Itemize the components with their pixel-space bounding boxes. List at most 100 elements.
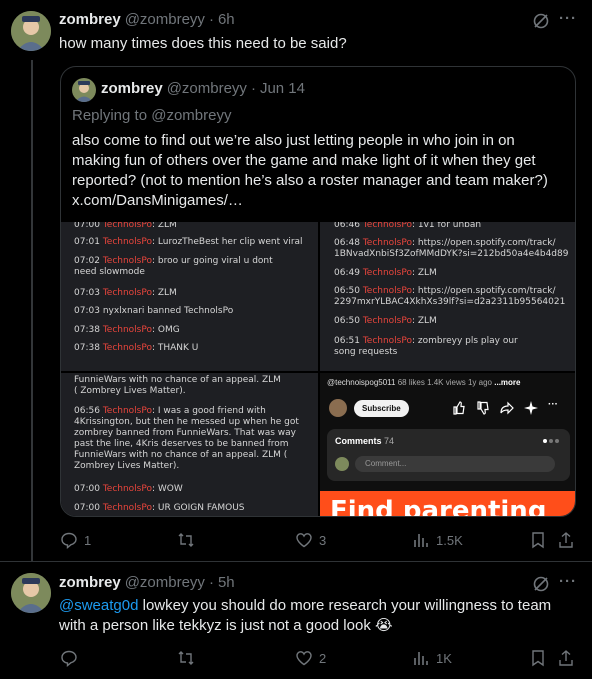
author-name[interactable]: zombrey [59,574,121,591]
chat-message: 2297mxrYLBAC4XkhXs39lf?si=d2a2311b955640… [334,297,566,307]
view-count: 1K [436,650,452,666]
bookmark-button[interactable] [529,649,547,667]
separator: · [208,11,214,28]
share-icon[interactable] [500,401,514,415]
quote-time: Jun 14 [259,80,305,97]
chat-screenshot-1[interactable]: 07:00 TechnolsPo: ZLM 07:01 TechnolsPo: L… [61,222,318,371]
repost-button[interactable] [177,649,201,667]
channel-avatar [329,399,347,417]
chat-message: 06:50 TechnolsPo: ZLM [334,316,437,326]
bookmark-button[interactable] [529,531,547,549]
quote-text: also come to find out we’re also just le… [72,132,548,209]
share-icon [559,650,573,666]
chat-message: 07:00 TechnolsPo: WOW [74,484,183,494]
reply-button[interactable]: 1 [60,531,91,549]
heart-icon [296,651,312,666]
separator: · [250,80,256,97]
chat-message: 06:51 TechnolsPo: zombreyy pls play our [334,336,518,346]
author-handle[interactable]: @zombreyy [125,574,205,591]
avatar-image [11,11,51,51]
avatar[interactable] [11,573,51,613]
view-count: 1.5K [436,532,463,548]
author-name[interactable]: zombrey [59,11,121,28]
video-more-icon[interactable]: ··· [548,399,558,410]
carousel-dots [543,439,559,443]
like-count: 3 [319,532,327,548]
like-icon[interactable] [452,401,466,415]
avatar-image [11,573,51,613]
dislike-icon[interactable] [476,401,490,415]
more-options-button[interactable]: ··· [559,573,577,590]
chat-message: 07:00 TechnolsPo: UR GOIGN FAMOUS [74,503,245,513]
chat-message: 07:00 TechnolsPo: ZLM [74,222,177,230]
like-count: 2 [319,650,327,666]
comments-header: Comments 74 [335,436,395,446]
chat-message: song requests [334,347,398,357]
views-button[interactable]: 1.5K [412,531,463,549]
share-button[interactable] [557,649,575,667]
chat-message: 07:02 TechnolsPo: broo ur going viral u … [74,256,273,266]
post-divider [0,561,592,562]
bookmark-icon [532,532,544,549]
bookmark-icon [532,650,544,667]
chat-message: 07:03 TechnolsPo: ZLM [74,288,177,298]
ad-banner[interactable]: Find parenting [320,491,575,517]
comments-panel[interactable]: Comments 74 Comment... [327,429,570,481]
grok-icon[interactable] [532,12,550,30]
chat-line: FunnieWars with no chance of an appeal. … [74,375,281,385]
repost-icon [178,651,194,665]
separator: · [208,574,214,591]
ad-banner-text: Find parenting [330,496,547,517]
mention-link[interactable]: @sweatg0d [59,597,138,614]
repost-icon [178,533,194,547]
replying-to: Replying to @zombreyy [72,107,232,124]
reply-count: 1 [84,532,92,548]
views-icon [414,652,428,665]
reply-icon [61,650,77,667]
views-icon [414,534,428,547]
quote-author-handle: @zombreyy [166,80,247,97]
heart-icon [296,533,312,548]
chat-message: 06:46 TechnolsPo: 1v1 for unban [334,222,482,230]
thread-line [31,60,33,562]
chat-message: 07:38 TechnolsPo: THANK U [74,343,199,353]
post-text: @sweatg0d lowkey you should do more rese… [59,596,574,636]
more-options-button[interactable]: ··· [559,10,577,27]
quote-avatar [72,78,96,102]
repost-button[interactable] [177,531,201,549]
like-button[interactable]: 2 [295,649,326,667]
comment-input[interactable]: Comment... [355,456,555,472]
chat-message: need slowmode [74,267,145,277]
chat-screenshot-3[interactable]: FunnieWars with no chance of an appeal. … [61,373,318,516]
subscribe-button[interactable]: Subscribe [354,400,409,417]
quoted-post[interactable]: zombrey @zombreyy · Jun 14 Replying to @… [60,66,576,517]
author-handle[interactable]: @zombreyy [125,11,205,28]
grok-icon[interactable] [532,575,550,593]
like-button[interactable]: 3 [295,531,326,549]
chat-message: 07:38 TechnolsPo: OMG [74,325,180,335]
commenter-avatar [335,457,349,471]
post-time[interactable]: 5h [218,574,235,591]
reply-icon [61,532,77,549]
chat-line: ( Zombrey Lives Matter). [74,386,186,396]
share-button[interactable] [557,531,575,549]
chat-message: 07:03 nyxlxnari banned TechnolsPo [74,306,234,316]
chat-message-cont: 4Krissington, but then he messed up when… [74,417,299,471]
video-screenshot[interactable]: @technoispog5011 68 likes 1.4K views 1y … [320,373,575,517]
chat-screenshot-2[interactable]: 06:46 TechnolsPo: 1v1 for unban 06:48 Tec… [320,222,575,371]
chat-message: 07:01 TechnolsPo: LurozTheBest her clip … [74,237,303,247]
quote-author-name: zombrey [101,80,163,97]
avatar[interactable] [11,11,51,51]
post-text: how many times does this need to be said… [59,35,347,52]
video-meta: @technoispog5011 68 likes 1.4K views 1y … [327,378,521,387]
chat-message: 1BNvadXnbiSf3ZofMMdDYK?si=212bd50a4e4b4d… [334,249,569,259]
chat-message: 06:56 TechnolsPo: I was a good friend wi… [74,406,266,416]
sparkle-icon[interactable] [524,401,538,415]
share-icon [559,532,573,548]
views-button[interactable]: 1K [412,649,452,667]
chat-message: 06:49 TechnolsPo: ZLM [334,268,437,278]
chat-message: 06:50 TechnolsPo: https://open.spotify.c… [334,286,556,296]
reply-button[interactable] [60,649,84,667]
chat-message: 06:48 TechnolsPo: https://open.spotify.c… [334,238,556,248]
post-time[interactable]: 6h [218,11,235,28]
